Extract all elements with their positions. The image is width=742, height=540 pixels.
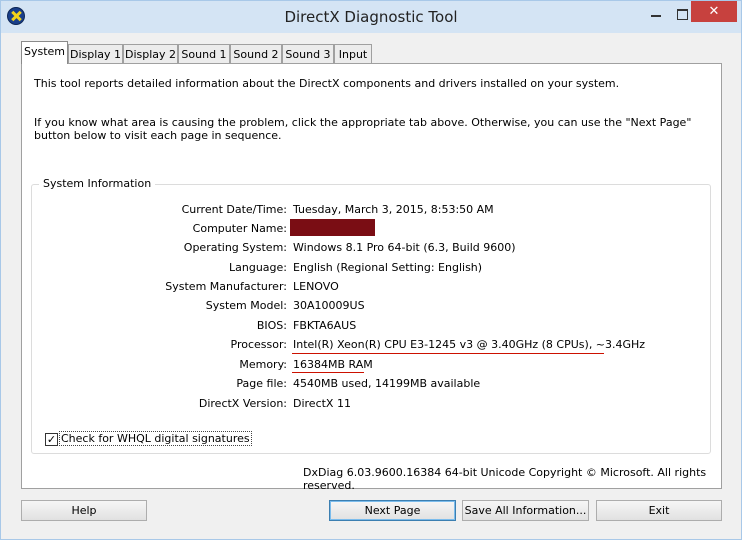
language-value: English (Regional Setting: English): [293, 261, 483, 274]
manufacturer-value: LENOVO: [293, 280, 339, 293]
dxdiag-window: DirectX Diagnostic Tool ✕ System Display…: [0, 0, 742, 540]
tab-sound-2[interactable]: Sound 2: [230, 44, 282, 63]
processor-value: Intel(R) Xeon(R) CPU E3-1245 v3 @ 3.40GH…: [293, 338, 646, 351]
tab-sound-1[interactable]: Sound 1: [178, 44, 230, 63]
date-time-label: Current Date/Time:: [181, 203, 287, 216]
memory-value: 16384MB RAM: [293, 358, 373, 371]
memory-underline: [292, 372, 364, 373]
whql-checkbox-label[interactable]: Check for WHQL digital signatures: [59, 431, 252, 446]
next-page-button[interactable]: Next Page: [329, 500, 456, 521]
operating-system-value: Windows 8.1 Pro 64-bit (6.3, Build 9600): [293, 241, 516, 254]
help-button[interactable]: Help: [21, 500, 147, 521]
exit-button[interactable]: Exit: [596, 500, 722, 521]
tab-system[interactable]: System: [21, 41, 68, 64]
operating-system-label: Operating System:: [183, 241, 287, 254]
tab-display-1[interactable]: Display 1: [68, 44, 123, 63]
tab-input[interactable]: Input: [334, 44, 372, 63]
intro-instructions: If you know what area is causing the pro…: [34, 116, 692, 142]
maximize-button[interactable]: [671, 7, 693, 21]
page-file-value: 4540MB used, 14199MB available: [293, 377, 481, 390]
close-icon: ✕: [708, 4, 720, 19]
computer-name-redacted: [290, 219, 375, 236]
model-label: System Model:: [205, 299, 287, 312]
computer-name-label: Computer Name:: [192, 222, 287, 235]
title-bar[interactable]: DirectX Diagnostic Tool ✕: [1, 1, 741, 33]
date-time-value: Tuesday, March 3, 2015, 8:53:50 AM: [293, 203, 494, 216]
tab-display-2[interactable]: Display 2: [123, 44, 178, 63]
save-all-information-button[interactable]: Save All Information...: [462, 500, 589, 521]
bios-label: BIOS:: [256, 319, 287, 332]
tab-sound-3[interactable]: Sound 3: [282, 44, 334, 63]
directx-version-label: DirectX Version:: [198, 397, 287, 410]
minimize-button[interactable]: [645, 7, 667, 21]
page-file-label: Page file:: [236, 377, 287, 390]
close-button[interactable]: ✕: [691, 1, 737, 22]
language-label: Language:: [229, 261, 287, 274]
bios-value: FBKTA6AUS: [293, 319, 357, 332]
processor-label: Processor:: [230, 338, 288, 351]
window-title: DirectX Diagnostic Tool: [284, 8, 458, 26]
checkmark-icon: ✓: [46, 433, 57, 446]
memory-label: Memory:: [239, 358, 287, 371]
copyright-text: DxDiag 6.03.9600.16384 64-bit Unicode Co…: [303, 466, 707, 492]
manufacturer-label: System Manufacturer:: [165, 280, 287, 293]
group-title: System Information: [39, 177, 156, 190]
intro-text: This tool reports detailed information a…: [34, 77, 620, 90]
directx-version-value: DirectX 11: [293, 397, 351, 410]
whql-checkbox[interactable]: ✓: [45, 433, 58, 446]
processor-underline: [292, 353, 604, 354]
model-value: 30A10009US: [293, 299, 365, 312]
